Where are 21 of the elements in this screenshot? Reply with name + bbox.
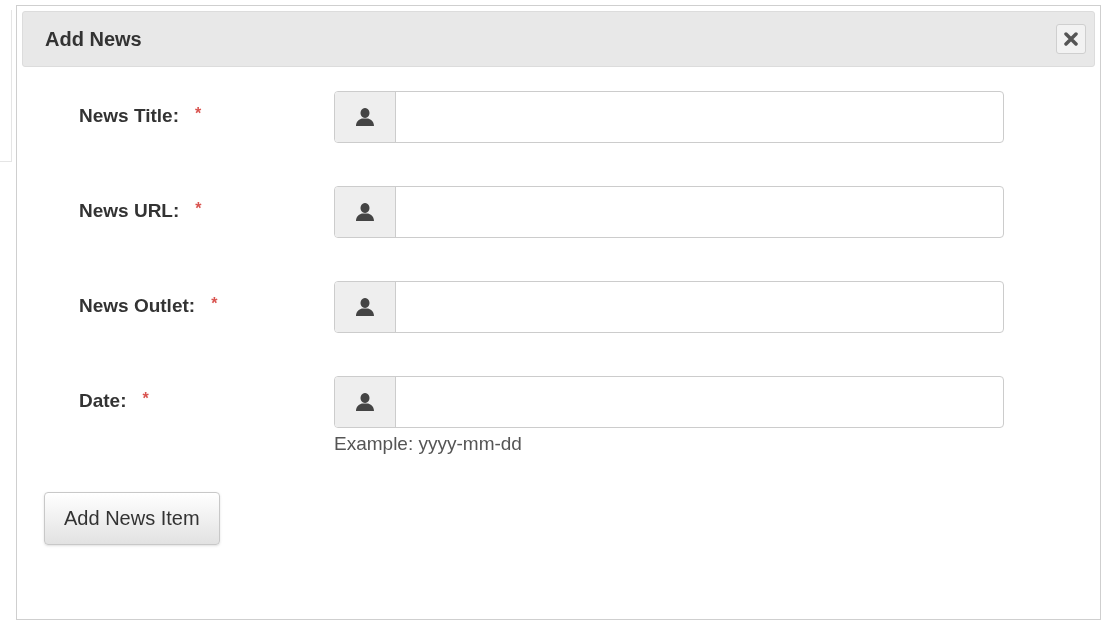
input-field[interactable]: [334, 376, 1004, 428]
field-label: News Outlet:: [79, 294, 196, 318]
add-news-item-button[interactable]: Add News Item: [44, 491, 220, 545]
person-icon: [355, 202, 375, 222]
person-icon: [355, 107, 375, 127]
required-mark: *: [194, 104, 202, 124]
field-label: News Title:: [79, 104, 179, 128]
required-mark: *: [195, 199, 202, 219]
input-field[interactable]: [334, 91, 1004, 143]
person-icon: [355, 392, 375, 412]
close-button[interactable]: [1056, 24, 1086, 54]
required-mark: *: [142, 389, 149, 409]
person-icon: [355, 297, 375, 317]
required-mark: *: [211, 294, 218, 314]
input-field[interactable]: [334, 281, 1004, 333]
field-label: News URL:: [79, 199, 180, 223]
close-icon: [1064, 32, 1078, 46]
input-field[interactable]: [334, 186, 1004, 238]
field-label: Date:: [79, 389, 127, 413]
help-text: Example: yyyy-mm-dd: [334, 432, 523, 456]
dialog-title: Add News: [45, 27, 142, 52]
